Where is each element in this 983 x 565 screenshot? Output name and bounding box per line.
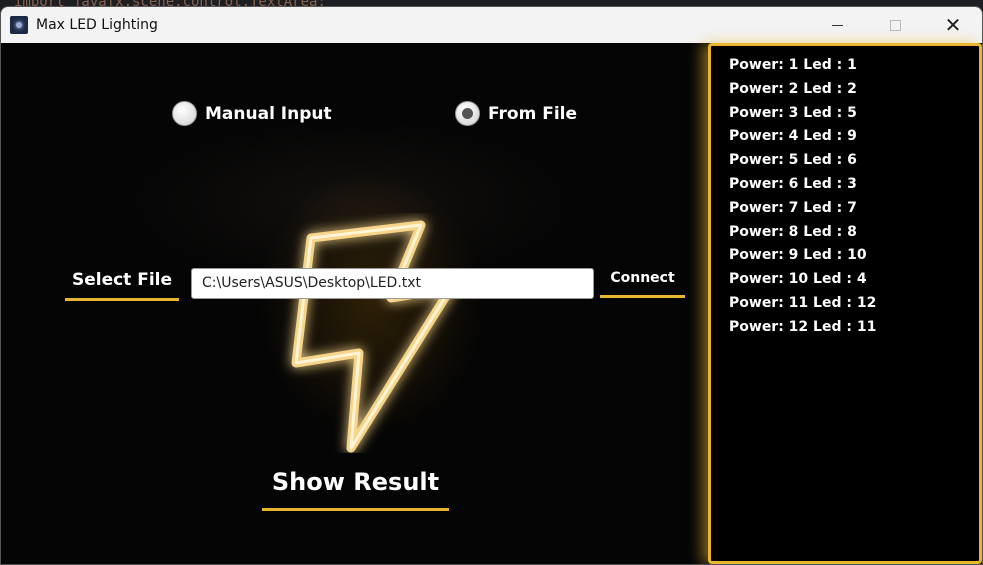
from-file-radio[interactable]: From File bbox=[455, 101, 577, 126]
result-line: Power: 10 Led : 4 bbox=[729, 271, 867, 288]
maximize-icon bbox=[889, 19, 901, 31]
controls-pane: Manual Input From File Select File C:\Us… bbox=[1, 43, 707, 564]
manual-input-label: Manual Input bbox=[205, 103, 332, 124]
window-content: Manual Input From File Select File C:\Us… bbox=[1, 43, 982, 564]
manual-input-radio[interactable]: Manual Input bbox=[172, 101, 332, 126]
result-line: Power: 12 Led : 11 bbox=[729, 318, 877, 335]
window-title: Max LED Lighting bbox=[36, 17, 158, 33]
connect-button[interactable]: Connect bbox=[600, 265, 685, 298]
from-file-label: From File bbox=[488, 103, 578, 124]
show-result-button[interactable]: Show Result bbox=[262, 461, 449, 511]
result-line: Power: 8 Led : 8 bbox=[729, 223, 857, 240]
app-window: Max LED Lighting ✕ Manual Input From Fil… bbox=[0, 6, 983, 565]
maximize-button[interactable] bbox=[866, 7, 924, 43]
result-line: Power: 7 Led : 7 bbox=[729, 199, 857, 216]
result-line: Power: 1 Led : 1 bbox=[729, 57, 857, 73]
result-line: Power: 4 Led : 9 bbox=[729, 128, 857, 145]
file-path-input[interactable]: C:\Users\ASUS\Desktop\LED.txt bbox=[191, 268, 594, 299]
result-line: Power: 5 Led : 6 bbox=[729, 152, 857, 169]
radio-checked-icon bbox=[455, 101, 480, 126]
result-line: Power: 11 Led : 12 bbox=[729, 294, 877, 311]
results-list: Power: 1 Led : 1 Power: 2 Led : 2 Power: 3… bbox=[729, 54, 876, 340]
minimize-button[interactable] bbox=[808, 7, 866, 43]
result-line: Power: 3 Led : 5 bbox=[729, 104, 857, 121]
select-file-button[interactable]: Select File bbox=[65, 265, 179, 301]
minimize-icon bbox=[831, 24, 843, 26]
radio-unchecked-icon bbox=[172, 101, 197, 126]
result-line: Power: 2 Led : 2 bbox=[729, 80, 857, 97]
result-line: Power: 6 Led : 3 bbox=[729, 175, 857, 192]
close-icon: ✕ bbox=[944, 13, 962, 37]
result-line: Power: 9 Led : 10 bbox=[729, 247, 867, 264]
results-panel[interactable]: Power: 1 Led : 1 Power: 2 Led : 2 Power: 3… bbox=[708, 43, 982, 564]
close-button[interactable]: ✕ bbox=[924, 7, 982, 43]
title-bar[interactable]: Max LED Lighting ✕ bbox=[1, 7, 982, 43]
lightning-bolt-image bbox=[291, 220, 456, 453]
app-icon bbox=[10, 16, 28, 34]
